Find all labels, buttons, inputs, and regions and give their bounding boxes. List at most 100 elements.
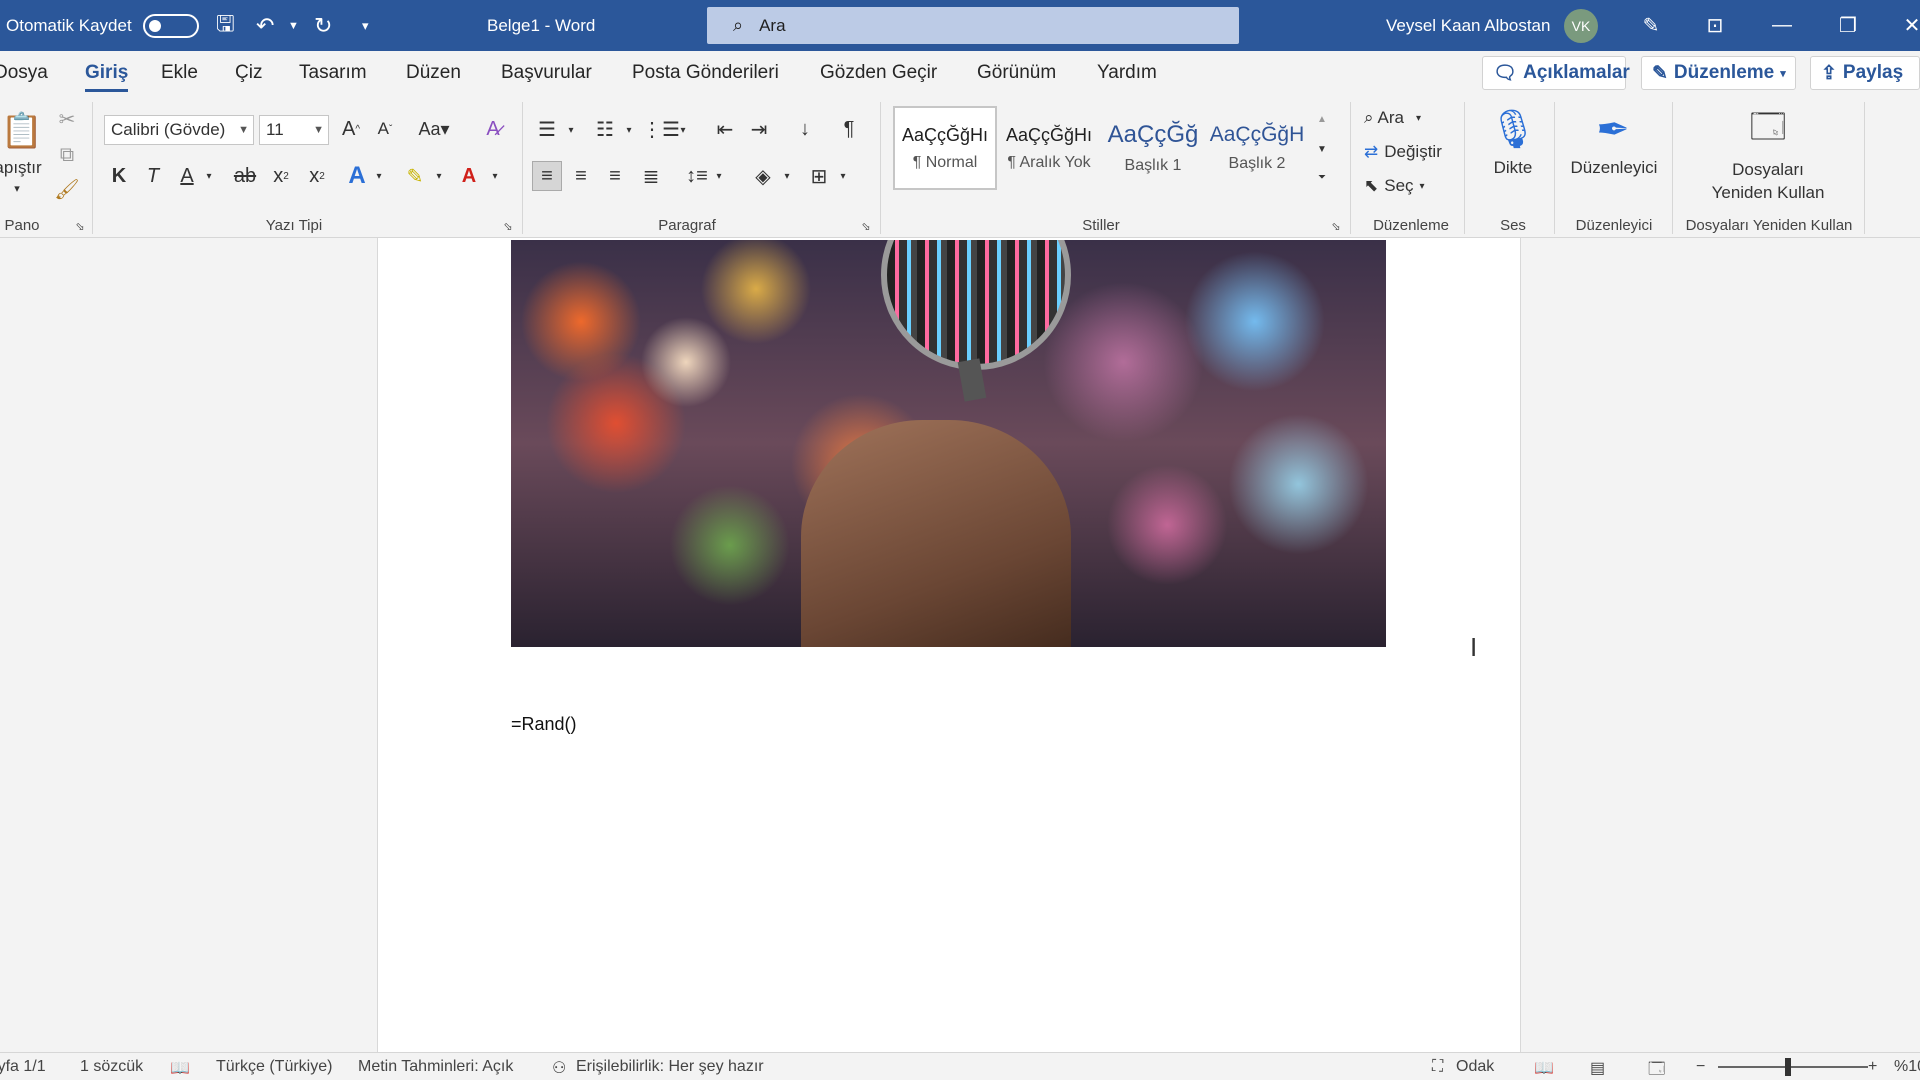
zoom-in-icon[interactable]: + xyxy=(1868,1058,1877,1076)
font-size-combo[interactable]: 11 ▼ xyxy=(259,115,329,145)
font-name-combo[interactable]: Calibri (Gövde) ▼ xyxy=(104,115,254,145)
format-painter-icon[interactable]: 🖌 xyxy=(52,174,82,204)
numbering-icon[interactable]: ☷ xyxy=(590,114,620,144)
focus-label[interactable]: Odak xyxy=(1456,1058,1494,1076)
shading-dropdown-icon[interactable]: ▾ xyxy=(780,168,794,184)
language[interactable]: Türkçe (Türkiye) xyxy=(216,1058,332,1076)
clipboard-launcher-icon[interactable]: ⬂ xyxy=(72,218,88,234)
document-image[interactable] xyxy=(511,240,1386,647)
reuse-files-button[interactable]: Dosyaları Yeniden Kullan xyxy=(1690,158,1846,204)
styles-launcher-icon[interactable]: ⬂ xyxy=(1328,218,1344,234)
redo-icon[interactable]: ↻ xyxy=(314,0,332,51)
shading-icon[interactable]: ◈ xyxy=(748,161,778,191)
word-count[interactable]: 1 sözcük xyxy=(80,1058,143,1076)
tab-dosya[interactable]: Dosya xyxy=(0,62,48,84)
editing-mode-button[interactable]: ✎ Düzenleme ▾ xyxy=(1641,56,1796,90)
strikethrough-icon[interactable]: ab xyxy=(230,161,260,191)
editor-icon[interactable]: ✒ xyxy=(1588,104,1638,156)
comments-button[interactable]: 🗨 Açıklamalar xyxy=(1482,56,1630,90)
style-no-spacing[interactable]: AaÇçĞğHı ¶ Aralık Yok xyxy=(997,106,1101,190)
style-heading-2[interactable]: AaÇçĞğH Başlık 2 xyxy=(1205,106,1309,190)
read-mode-icon[interactable]: 📖 xyxy=(1534,1058,1554,1078)
multilevel-list-icon[interactable]: ⋮☰ xyxy=(642,114,680,144)
replace-button[interactable]: ⇄ Değiştir xyxy=(1364,138,1442,166)
autosave-toggle[interactable] xyxy=(143,0,199,51)
reuse-files-icon[interactable]: 🗔 xyxy=(1744,106,1792,156)
increase-indent-icon[interactable]: ⇥ xyxy=(744,114,774,144)
search-box[interactable]: ⌕ Ara xyxy=(707,7,1239,44)
tab-tasarim[interactable]: Tasarım xyxy=(299,62,367,84)
superscript-icon[interactable]: x2 xyxy=(302,161,332,191)
web-layout-icon[interactable]: 🗔 xyxy=(1648,1058,1665,1080)
grow-font-icon[interactable]: A ^ xyxy=(336,114,366,144)
tab-ekle[interactable]: Ekle xyxy=(161,62,198,84)
tab-giris[interactable]: Giriş xyxy=(85,62,129,92)
find-button[interactable]: ⌕ Ara ▾ xyxy=(1364,104,1421,132)
save-icon[interactable]: 🖫 xyxy=(216,0,235,51)
underline-dropdown-icon[interactable]: ▾ xyxy=(202,168,216,184)
bullets-dropdown-icon[interactable]: ▾ xyxy=(564,122,578,138)
minimize-icon[interactable]: — xyxy=(1754,0,1810,51)
multilevel-dropdown-icon[interactable]: ▾ xyxy=(676,122,690,138)
tab-ciz[interactable]: Çiz xyxy=(235,62,262,84)
sort-icon[interactable]: ↓ xyxy=(790,114,820,144)
pen-icon[interactable]: ✎ xyxy=(1623,0,1679,51)
line-spacing-dropdown-icon[interactable]: ▾ xyxy=(712,168,726,184)
styles-scroll-up-icon[interactable]: ▲ xyxy=(1312,106,1332,132)
proofing-icon[interactable]: 📖 xyxy=(170,1058,190,1078)
tab-duzen[interactable]: Düzen xyxy=(406,62,461,84)
bold-icon[interactable]: K xyxy=(106,161,132,191)
print-layout-icon[interactable]: ▤ xyxy=(1590,1058,1605,1078)
page-count[interactable]: Sayfa 1/1 xyxy=(0,1058,46,1076)
microphone-icon[interactable]: 🎙 xyxy=(1489,104,1537,156)
styles-more-icon[interactable]: ⏷ xyxy=(1312,164,1332,190)
paste-dropdown-icon[interactable]: ▾ xyxy=(2,180,32,196)
italic-icon[interactable]: T xyxy=(140,161,166,191)
cut-icon[interactable]: ✂ xyxy=(52,104,82,134)
paste-label[interactable]: Yapıştır xyxy=(0,158,48,178)
borders-dropdown-icon[interactable]: ▾ xyxy=(836,168,850,184)
focus-icon[interactable]: ⛶ xyxy=(1432,1058,1443,1076)
dictate-label[interactable]: Dikte xyxy=(1478,158,1548,178)
show-formatting-icon[interactable]: ¶ xyxy=(834,114,864,144)
user-name[interactable]: Veysel Kaan Albostan xyxy=(1386,0,1550,51)
share-button[interactable]: ⇪ Paylaş xyxy=(1810,56,1920,90)
change-case-icon[interactable]: Aa▾ xyxy=(412,114,456,144)
tab-posta-gonderileri[interactable]: Posta Gönderileri xyxy=(632,62,779,84)
editor-label[interactable]: Düzenleyici xyxy=(1562,158,1666,178)
bullets-icon[interactable]: ☰ xyxy=(532,114,562,144)
restore-icon[interactable]: ❐ xyxy=(1820,0,1876,51)
document-text[interactable]: =Rand() xyxy=(511,714,577,735)
zoom-level[interactable]: %100 xyxy=(1894,1058,1920,1076)
undo-dropdown-icon[interactable]: ▼ xyxy=(288,0,299,51)
borders-icon[interactable]: ⊞ xyxy=(804,161,834,191)
text-effects-dropdown-icon[interactable]: ▾ xyxy=(372,168,386,184)
zoom-out-icon[interactable]: − xyxy=(1696,1058,1705,1076)
accessibility-status[interactable]: Erişilebilirlik: Her şey hazır xyxy=(576,1058,764,1076)
undo-icon[interactable]: ↶ xyxy=(256,0,274,51)
tab-basvurular[interactable]: Başvurular xyxy=(501,62,592,84)
decrease-indent-icon[interactable]: ⇤ xyxy=(710,114,740,144)
highlight-dropdown-icon[interactable]: ▾ xyxy=(432,168,446,184)
justify-icon[interactable]: ≣ xyxy=(636,161,666,191)
paragraph-launcher-icon[interactable]: ⬂ xyxy=(858,218,874,234)
align-right-icon[interactable]: ≡ xyxy=(600,161,630,191)
font-color-dropdown-icon[interactable]: ▾ xyxy=(488,168,502,184)
copy-icon[interactable]: ⧉ xyxy=(52,140,82,170)
style-heading-1[interactable]: AaÇçĞğ Başlık 1 xyxy=(1101,106,1205,190)
align-center-icon[interactable]: ≡ xyxy=(566,161,596,191)
tab-gorunum[interactable]: Görünüm xyxy=(977,62,1056,84)
tab-yardim[interactable]: Yardım xyxy=(1097,62,1157,84)
user-avatar[interactable]: VK xyxy=(1564,0,1598,51)
select-button[interactable]: ⬉ Seç ▾ xyxy=(1364,172,1425,200)
text-predictions[interactable]: Metin Tahminleri: Açık xyxy=(358,1058,513,1076)
shrink-font-icon[interactable]: Aˇ xyxy=(370,114,400,144)
underline-icon[interactable]: A xyxy=(174,161,200,191)
align-left-icon[interactable]: ≡ xyxy=(532,161,562,191)
zoom-slider-thumb[interactable] xyxy=(1785,1058,1791,1076)
clear-formatting-icon[interactable]: A̷ xyxy=(476,114,510,144)
tab-gozden-gecir[interactable]: Gözden Geçir xyxy=(820,62,937,84)
close-icon[interactable]: ✕ xyxy=(1884,0,1920,51)
font-color-icon[interactable]: A xyxy=(454,161,484,191)
ribbon-display-icon[interactable]: ⊡ xyxy=(1687,0,1743,51)
